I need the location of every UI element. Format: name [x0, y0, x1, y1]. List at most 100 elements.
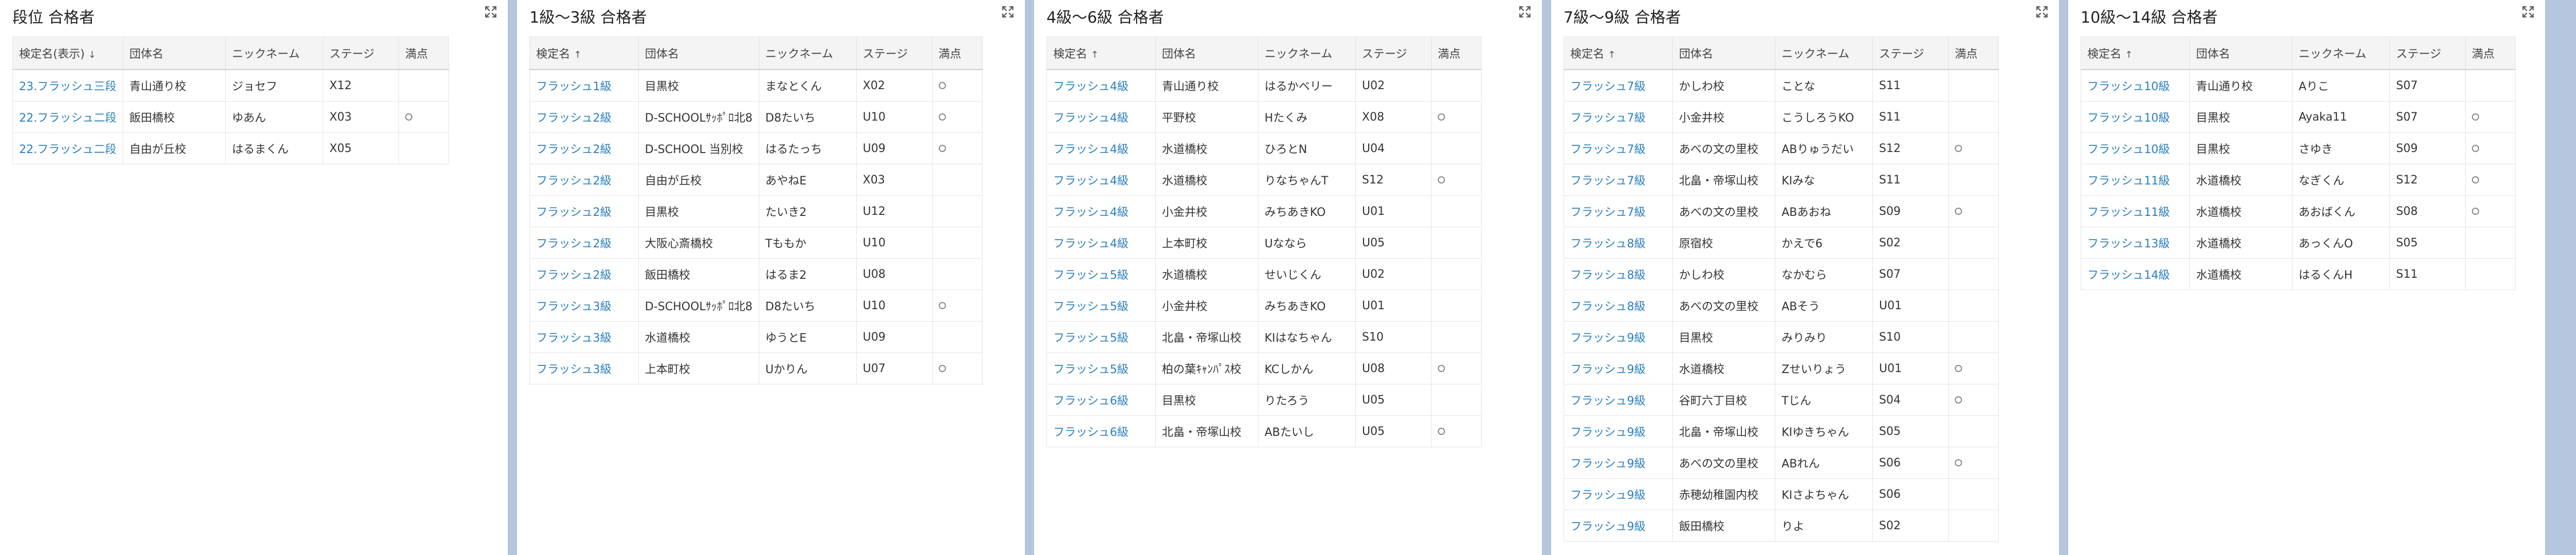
col-header-name[interactable]: 検定名 ↑ [1564, 37, 1673, 70]
cell-nickname: KIはなちゃん [1258, 321, 1356, 353]
cell-full-score [1431, 321, 1482, 353]
expand-icon[interactable] [1001, 5, 1015, 19]
cell-grade-name[interactable]: フラッシュ9級 [1564, 352, 1673, 384]
cell-grade-name[interactable]: フラッシュ7級 [1564, 195, 1673, 227]
col-header-nick[interactable]: ニックネーム [1258, 37, 1356, 70]
cell-team: 北畠・帝塚山校 [1155, 321, 1258, 353]
col-header-stage[interactable]: ステージ [2389, 37, 2466, 70]
cell-grade-name[interactable]: 22.フラッシュ二段 [12, 101, 123, 133]
col-header-stage[interactable]: ステージ [1872, 37, 1949, 70]
col-header-stage[interactable]: ステージ [856, 37, 933, 70]
expand-icon[interactable] [2521, 5, 2535, 19]
cell-team: 青山通り校 [123, 69, 226, 102]
cell-grade-name[interactable]: フラッシュ5級 [1046, 290, 1156, 322]
cell-nickname: KIみな [1775, 164, 1873, 196]
cell-grade-name[interactable]: フラッシュ5級 [1046, 352, 1156, 384]
col-header-team[interactable]: 団体名 [2189, 37, 2292, 70]
cell-nickname: ABそう [1775, 290, 1873, 322]
cell-grade-name[interactable]: フラッシュ3級 [529, 321, 639, 353]
cell-grade-name[interactable]: フラッシュ9級 [1564, 415, 1673, 447]
cell-grade-name[interactable]: フラッシュ10級 [2081, 132, 2190, 164]
col-header-stage[interactable]: ステージ [323, 37, 399, 70]
cell-full-score [1431, 384, 1482, 416]
cell-grade-name[interactable]: フラッシュ11級 [2081, 195, 2190, 227]
col-header-team[interactable]: 団体名 [1672, 37, 1775, 70]
cell-grade-name[interactable]: フラッシュ11級 [2081, 164, 2190, 196]
table-row: 22.フラッシュ二段 飯田橋校 ゆあん X03 [12, 101, 449, 133]
col-header-full[interactable]: 満点 [932, 37, 983, 70]
cell-nickname: KIさよちゃん [1775, 478, 1873, 510]
cell-team: 大阪心斎橋校 [638, 227, 759, 259]
cell-grade-name[interactable]: 23.フラッシュ三段 [12, 69, 123, 102]
cell-grade-name[interactable]: フラッシュ4級 [1046, 132, 1156, 164]
col-header-nick[interactable]: ニックネーム [1775, 37, 1873, 70]
cell-grade-name[interactable]: フラッシュ9級 [1564, 510, 1673, 542]
cell-full-score [932, 258, 983, 290]
col-header-full[interactable]: 満点 [2465, 37, 2516, 70]
cell-grade-name[interactable]: フラッシュ13級 [2081, 227, 2190, 259]
cell-grade-name[interactable]: フラッシュ4級 [1046, 195, 1156, 227]
cell-nickname: あやねE [758, 164, 857, 196]
cell-grade-name[interactable]: フラッシュ8級 [1564, 258, 1673, 290]
col-header-stage[interactable]: ステージ [1355, 37, 1432, 70]
col-header-full[interactable]: 満点 [1431, 37, 1482, 70]
cell-grade-name[interactable]: フラッシュ8級 [1564, 290, 1673, 322]
expand-icon[interactable] [2035, 5, 2049, 19]
panel-title: 段位 合格者 [12, 9, 95, 27]
cell-grade-name[interactable]: フラッシュ4級 [1046, 227, 1156, 259]
cell-grade-name[interactable]: フラッシュ8級 [1564, 227, 1673, 259]
cell-grade-name[interactable]: フラッシュ9級 [1564, 478, 1673, 510]
cell-full-score [1948, 321, 1999, 353]
expand-icon[interactable] [1518, 5, 1532, 19]
cell-grade-name[interactable]: フラッシュ10級 [2081, 101, 2190, 133]
cell-grade-name[interactable]: フラッシュ2級 [529, 164, 639, 196]
cell-grade-name[interactable]: フラッシュ5級 [1046, 321, 1156, 353]
cell-grade-name[interactable]: フラッシュ14級 [2081, 258, 2190, 290]
cell-grade-name[interactable]: フラッシュ6級 [1046, 415, 1156, 447]
cell-grade-name[interactable]: フラッシュ1級 [529, 69, 639, 102]
cell-full-score [1948, 132, 1999, 164]
col-header-name[interactable]: 検定名(表示) ↓ [12, 37, 123, 70]
cell-grade-name[interactable]: フラッシュ10級 [2081, 69, 2190, 102]
cell-grade-name[interactable]: フラッシュ9級 [1564, 384, 1673, 416]
cell-team: 飯田橋校 [638, 258, 759, 290]
cell-stage: U05 [1355, 415, 1432, 447]
cell-grade-name[interactable]: フラッシュ4級 [1046, 101, 1156, 133]
cell-grade-name[interactable]: フラッシュ9級 [1564, 321, 1673, 353]
cell-full-score [1431, 132, 1482, 164]
expand-icon[interactable] [484, 5, 497, 19]
cell-stage: S10 [1355, 321, 1432, 353]
cell-grade-name[interactable]: フラッシュ7級 [1564, 69, 1673, 102]
cell-grade-name[interactable]: 22.フラッシュ二段 [12, 132, 123, 164]
cell-grade-name[interactable]: フラッシュ9級 [1564, 447, 1673, 479]
col-header-nick[interactable]: ニックネーム [225, 37, 323, 70]
cell-grade-name[interactable]: フラッシュ7級 [1564, 101, 1673, 133]
col-header-name-label: 検定名(表示) [19, 48, 85, 61]
col-header-full[interactable]: 満点 [398, 37, 449, 70]
col-header-name[interactable]: 検定名 ↑ [529, 37, 639, 70]
col-header-nick[interactable]: ニックネーム [2292, 37, 2390, 70]
cell-grade-name[interactable]: フラッシュ7級 [1564, 132, 1673, 164]
col-header-name[interactable]: 検定名 ↑ [1046, 37, 1156, 70]
cell-full-score [1431, 227, 1482, 259]
col-header-full[interactable]: 満点 [1948, 37, 1999, 70]
cell-grade-name[interactable]: フラッシュ2級 [529, 132, 639, 164]
cell-grade-name[interactable]: フラッシュ3級 [529, 352, 639, 384]
cell-team: 青山通り校 [2189, 69, 2292, 102]
cell-team: 小金井校 [1155, 195, 1258, 227]
cell-grade-name[interactable]: フラッシュ2級 [529, 195, 639, 227]
col-header-team[interactable]: 団体名 [123, 37, 226, 70]
cell-grade-name[interactable]: フラッシュ2級 [529, 258, 639, 290]
cell-grade-name[interactable]: フラッシュ3級 [529, 290, 639, 322]
cell-grade-name[interactable]: フラッシュ2級 [529, 227, 639, 259]
col-header-name[interactable]: 検定名 ↑ [2081, 37, 2190, 70]
col-header-team[interactable]: 団体名 [1155, 37, 1258, 70]
col-header-nick[interactable]: ニックネーム [758, 37, 857, 70]
cell-grade-name[interactable]: フラッシュ4級 [1046, 69, 1156, 102]
cell-grade-name[interactable]: フラッシュ4級 [1046, 164, 1156, 196]
cell-grade-name[interactable]: フラッシュ5級 [1046, 258, 1156, 290]
cell-grade-name[interactable]: フラッシュ2級 [529, 101, 639, 133]
cell-grade-name[interactable]: フラッシュ7級 [1564, 164, 1673, 196]
cell-grade-name[interactable]: フラッシュ6級 [1046, 384, 1156, 416]
col-header-team[interactable]: 団体名 [638, 37, 759, 70]
